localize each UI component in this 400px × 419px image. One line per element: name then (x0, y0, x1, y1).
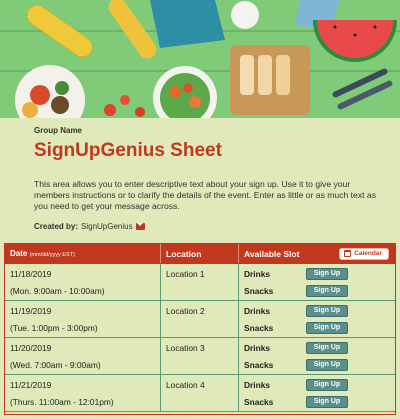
slot-name: Snacks (244, 285, 274, 296)
email-icon[interactable] (135, 223, 145, 230)
creator-name: SignUpGenius (81, 222, 133, 231)
slot-name: Snacks (244, 359, 274, 370)
date-cell: 11/19/2019 (Tue. 1:00pm - 3:00pm) (5, 301, 160, 337)
row-date: 11/19/2019 (10, 306, 52, 316)
location-cell: Location 4 (160, 375, 238, 411)
slots-cell: Drinks Sign Up Snacks Sign Up (238, 375, 395, 411)
sign-up-button[interactable]: Sign Up (306, 304, 348, 317)
column-header-location: Location (160, 244, 238, 263)
calendar-icon (344, 250, 352, 257)
sign-up-button[interactable]: Sign Up (306, 284, 348, 297)
slot-name: Drinks (244, 268, 271, 279)
sign-up-button[interactable]: Sign Up (306, 267, 348, 280)
date-cell: 11/21/2019 (Thurs. 11:00am - 12:01pm) (5, 375, 160, 411)
location-cell: Location 3 (160, 338, 238, 374)
column-header-date: Date (mm/dd/yyyy EST) (5, 249, 160, 258)
table-row: 11/18/2019 (Mon. 9:00am - 10:00am) Locatio… (5, 264, 395, 301)
slot-name: Snacks (244, 322, 274, 333)
group-name: Group Name (34, 126, 83, 135)
date-header-label: Date (10, 249, 28, 258)
slot-item: Drinks Sign Up (244, 340, 395, 356)
sign-up-button[interactable]: Sign Up (306, 395, 348, 408)
row-time: (Tue. 1:00pm - 3:00pm) (10, 323, 98, 333)
table-row: 11/20/2019 (Wed. 7:00am - 9:00am) Location… (5, 338, 395, 375)
slot-name: Drinks (244, 305, 271, 316)
slot-item: Drinks Sign Up (244, 303, 395, 319)
row-date: 11/18/2019 (10, 269, 52, 279)
header-banner-image (0, 0, 400, 118)
page-title: SignUpGenius Sheet (34, 140, 222, 161)
slot-name: Drinks (244, 342, 271, 353)
row-time: (Wed. 7:00am - 9:00am) (10, 360, 101, 370)
column-header-slot: Available Slot Calendar (238, 244, 395, 263)
location-cell: Location 2 (160, 301, 238, 337)
calendar-button-label: Calendar (354, 250, 382, 257)
slots-cell: Drinks Sign Up Snacks Sign Up (238, 338, 395, 374)
slot-header-label: Available Slot (244, 248, 300, 259)
sign-up-button[interactable]: Sign Up (306, 321, 348, 334)
slot-item: Drinks Sign Up (244, 266, 395, 282)
slot-item: Snacks Sign Up (244, 357, 395, 373)
row-time: (Mon. 9:00am - 10:00am) (10, 286, 105, 296)
location-cell: Location 1 (160, 264, 238, 300)
slot-item: Snacks Sign Up (244, 394, 395, 410)
slots-cell: Drinks Sign Up Snacks Sign Up (238, 301, 395, 337)
row-date: 11/20/2019 (10, 343, 52, 353)
date-format-label: (mm/dd/yyyy EST) (29, 252, 75, 258)
slots-cell: Drinks Sign Up Snacks Sign Up (238, 264, 395, 300)
sign-up-description: This area allows you to enter descriptiv… (34, 179, 376, 211)
date-cell: 11/20/2019 (Wed. 7:00am - 9:00am) (5, 338, 160, 374)
signup-table: Date (mm/dd/yyyy EST) Location Available… (4, 243, 396, 415)
sign-up-button[interactable]: Sign Up (306, 358, 348, 371)
food-banner-illustration (0, 0, 400, 118)
slot-name: Drinks (244, 379, 271, 390)
sign-up-button[interactable]: Sign Up (306, 378, 348, 391)
slot-item: Snacks Sign Up (244, 320, 395, 336)
table-row: 11/19/2019 (Tue. 1:00pm - 3:00pm) Location… (5, 301, 395, 338)
calendar-button[interactable]: Calendar (339, 247, 389, 260)
slot-item: Drinks Sign Up (244, 377, 395, 393)
slot-item: Snacks Sign Up (244, 283, 395, 299)
row-date: 11/21/2019 (10, 380, 52, 390)
table-header: Date (mm/dd/yyyy EST) Location Available… (5, 244, 395, 264)
created-by-label: Created by: (34, 222, 79, 231)
table-row: 11/21/2019 (Thurs. 11:00am - 12:01pm) Loca… (5, 375, 395, 412)
slot-name: Snacks (244, 396, 274, 407)
created-by: Created by: SignUpGenius (34, 222, 145, 231)
row-time: (Thurs. 11:00am - 12:01pm) (10, 397, 114, 407)
sign-up-button[interactable]: Sign Up (306, 341, 348, 354)
date-cell: 11/18/2019 (Mon. 9:00am - 10:00am) (5, 264, 160, 300)
